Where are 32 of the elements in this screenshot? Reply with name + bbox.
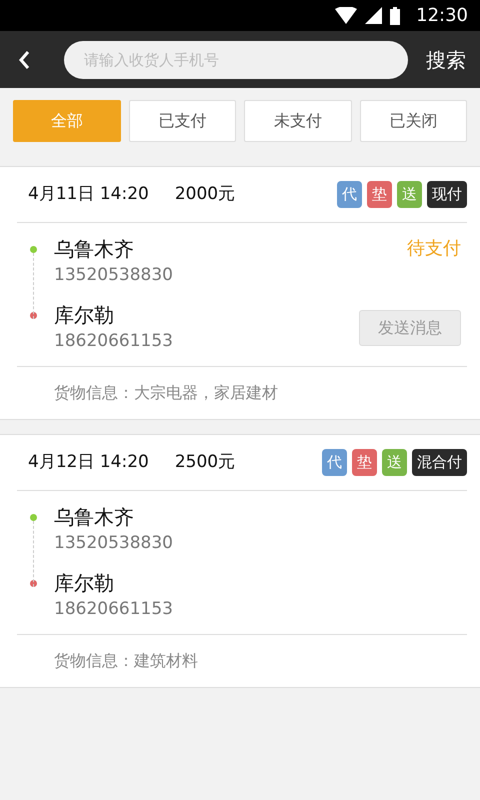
phone-number: 13520538830 (54, 532, 173, 555)
order-tag: 送 (382, 449, 407, 476)
city-name: 库尔勒 (54, 302, 115, 328)
filter-tab[interactable]: 已关闭 (360, 100, 467, 142)
order-tag: 送 (397, 181, 422, 208)
status-time: 12:30 (416, 4, 468, 28)
filter-tab[interactable]: 已支付 (128, 100, 236, 142)
goods-info: 货物信息：大宗电器，家居建材 (53, 382, 279, 404)
order-tag: 垫 (352, 449, 377, 476)
city-name: 库尔勒 (54, 570, 115, 596)
city-name: 乌鲁木齐 (54, 236, 135, 263)
filter-tab[interactable]: 未支付 (244, 100, 352, 142)
phone-number: 18620661153 (54, 598, 173, 620)
order-tag: 代 (322, 449, 347, 476)
order-amount: 2500元 (174, 450, 236, 474)
phone-number: 13520538830 (54, 264, 173, 287)
search-button[interactable]: 搜索 (426, 44, 466, 74)
order-time: 4月12日 14:20 (28, 450, 149, 474)
city-name: 乌鲁木齐 (54, 504, 135, 531)
phone-number: 18620661153 (54, 330, 173, 352)
battery-icon (390, 6, 400, 24)
order-amount: 2000元 (174, 182, 236, 206)
back-icon[interactable] (18, 50, 30, 70)
order-tag: 垫 (367, 181, 392, 208)
goods-info: 货物信息：建筑材料 (53, 650, 199, 672)
signal-icon (365, 7, 382, 24)
order-status: 待支付 (407, 237, 461, 261)
order-tag: 混合付 (412, 449, 467, 476)
wifi-icon (335, 7, 358, 24)
order-tag: 代 (337, 181, 362, 208)
order-time: 4月11日 14:20 (28, 182, 149, 206)
order-tag: 现付 (427, 181, 467, 208)
